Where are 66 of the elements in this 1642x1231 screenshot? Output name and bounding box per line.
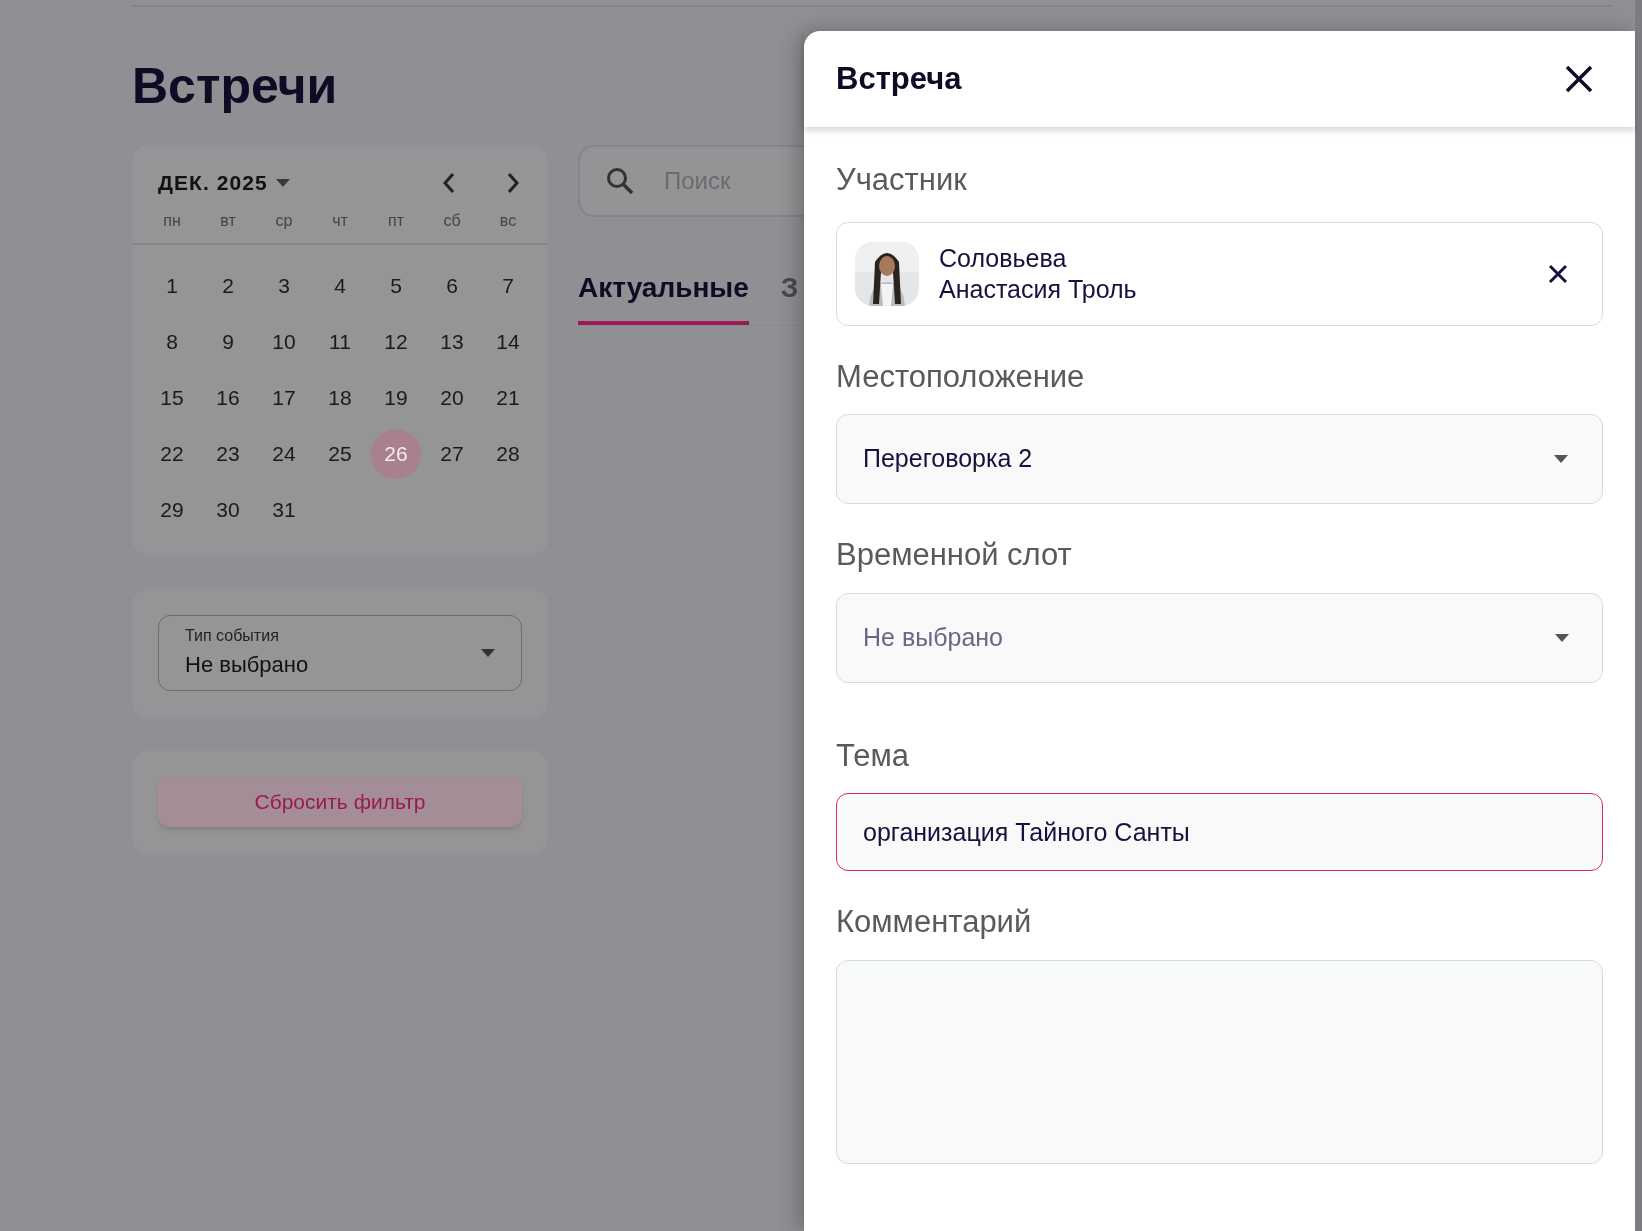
calendar-day[interactable]: 15 <box>147 372 197 423</box>
calendar-day[interactable]: 23 <box>203 428 253 479</box>
calendar-day[interactable]: 18 <box>315 372 365 423</box>
weekday-label: чт <box>331 210 349 231</box>
calendar-day[interactable]: 12 <box>371 316 421 367</box>
weekday-label: ср <box>274 210 294 231</box>
topic-field[interactable]: организация Тайного Санты <box>836 793 1603 871</box>
weekday-label: сб <box>442 210 462 231</box>
calendar-day[interactable]: 28 <box>483 428 533 479</box>
calendar-day[interactable]: 19 <box>371 372 421 423</box>
calendar-day[interactable]: 27 <box>427 428 477 479</box>
calendar-day[interactable]: 1 <box>147 260 197 311</box>
chevron-left-icon[interactable] <box>442 171 456 194</box>
location-select[interactable]: Переговорка 2 <box>836 414 1603 504</box>
participant-name: Анастасия Троль <box>939 273 1138 305</box>
caret-icon <box>275 178 290 187</box>
calendar-day[interactable]: 29 <box>147 484 197 535</box>
calendar-day[interactable]: 4 <box>315 260 365 311</box>
calendar-day[interactable]: 17 <box>259 372 309 423</box>
calendar-day[interactable]: 3 <box>259 260 309 311</box>
calendar-day[interactable]: 21 <box>483 372 533 423</box>
drawer-title: Встреча <box>836 59 963 98</box>
calendar-day[interactable]: 10 <box>259 316 309 367</box>
calendar-day[interactable]: 5 <box>371 260 421 311</box>
calendar-day[interactable]: 20 <box>427 372 477 423</box>
calendar-day[interactable]: 11 <box>315 316 365 367</box>
calendar-day[interactable]: 7 <box>483 260 533 311</box>
calendar-day[interactable]: 30 <box>203 484 253 535</box>
caret-icon <box>481 648 495 657</box>
calendar-day[interactable]: 24 <box>259 428 309 479</box>
caret-icon <box>1555 633 1569 642</box>
calendar-day[interactable]: 16 <box>203 372 253 423</box>
remove-icon[interactable] <box>1548 263 1568 284</box>
calendar-day[interactable]: 8 <box>147 316 197 367</box>
field-label: Тема <box>836 736 910 775</box>
calendar-day[interactable]: 9 <box>203 316 253 367</box>
calendar-day[interactable]: 13 <box>427 316 477 367</box>
tab[interactable]: Актуальные <box>578 267 749 325</box>
field-label: Участник <box>836 161 968 199</box>
weekday-label: пт <box>387 210 405 231</box>
weekday-label: вт <box>219 210 237 231</box>
chevron-right-icon[interactable] <box>506 171 520 194</box>
field-label: Комментарий <box>836 903 1033 941</box>
weekday-label: вс <box>498 210 518 231</box>
participant-name: Соловьева <box>939 242 1068 274</box>
page-title: Встречи <box>132 61 338 111</box>
month-selector[interactable]: ДЕК. 2025 <box>158 167 290 199</box>
calendar-day[interactable]: 22 <box>147 428 197 479</box>
time-slot-select[interactable]: Не выбрано <box>836 592 1603 683</box>
calendar-day[interactable]: 25 <box>315 428 365 479</box>
calendar-day[interactable]: 26 <box>371 428 421 479</box>
field-label: Местоположение <box>836 357 1086 396</box>
calendar-day[interactable]: 14 <box>483 316 533 367</box>
close-icon[interactable] <box>1565 65 1593 93</box>
search-icon <box>606 167 634 195</box>
comment-field[interactable] <box>836 959 1603 1164</box>
calendar-day[interactable]: 2 <box>203 260 253 311</box>
field-label: Временной слот <box>836 536 1073 574</box>
weekday-label: пн <box>162 210 182 231</box>
select-value: Не выбрано <box>185 651 310 679</box>
calendar-day[interactable]: 31 <box>259 484 309 535</box>
event-type-select[interactable]: Тип события Не выбрано <box>158 614 522 691</box>
select-label: Тип события <box>185 626 280 646</box>
calendar-day[interactable]: 6 <box>427 260 477 311</box>
scrollbar[interactable] <box>1635 0 1642 1231</box>
caret-icon <box>1554 455 1568 463</box>
